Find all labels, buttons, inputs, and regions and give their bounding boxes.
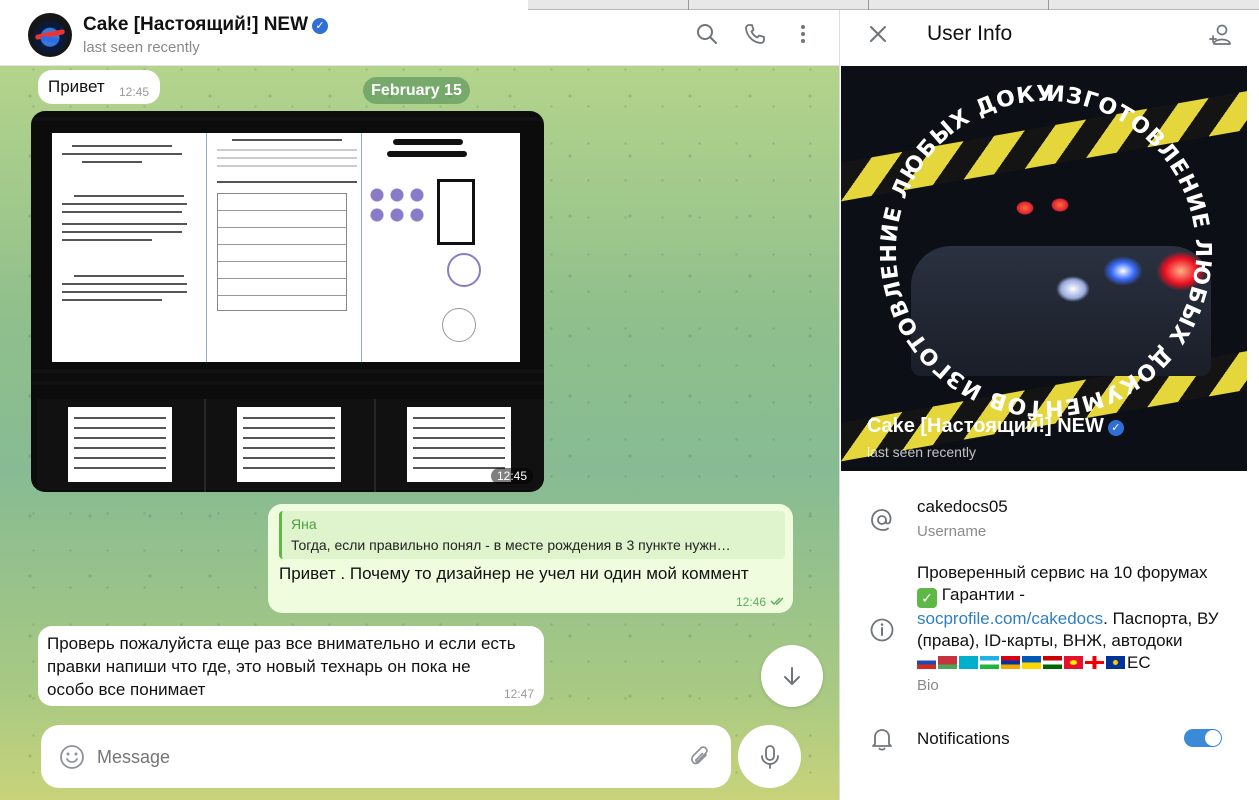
message-time: 12:46 — [736, 595, 767, 609]
message-composer[interactable] — [41, 725, 731, 788]
at-icon — [871, 509, 892, 531]
username-label: Username — [917, 523, 987, 540]
message-text: Привет — [48, 77, 105, 96]
bio-line: Проверенный сервис на 10 форумах — [917, 563, 1208, 582]
message-input[interactable] — [97, 743, 667, 771]
album-thumbnail[interactable] — [206, 399, 374, 490]
scroll-down-button[interactable] — [761, 645, 823, 707]
message-bubble-incoming[interactable]: Привет 12:45 — [38, 70, 160, 104]
username-value[interactable]: cakedocs05 — [917, 497, 1008, 517]
chat-title[interactable]: Cake [Настоящий!] NEW ✓ — [83, 14, 329, 36]
cover-name-text: Cake [Настоящий!] NEW — [867, 415, 1104, 437]
arrow-down-icon — [784, 667, 800, 685]
bio-line: Гарантии - — [941, 585, 1025, 604]
cover-circle-text: ИЗГОТОВЛЕНИЕ ЛЮБЫХ ДОКУМЕНТОВ ИЗГОТОВЛЕН… — [866, 71, 1215, 420]
verified-icon: ✓ — [1107, 420, 1124, 436]
svg-text:ИЗГОТОВЛЕНИЕ ЛЮБЫХ ДОКУМЕНТОВ: ИЗГОТОВЛЕНИЕ ЛЮБЫХ ДОКУМЕНТОВ ИЗГОТОВЛЕН… — [866, 71, 1215, 420]
bio-text: Проверенный сервис на 10 форумах ✓ Гаран… — [917, 562, 1237, 674]
verified-icon: ✓ — [312, 18, 329, 34]
photo-album[interactable]: 12:45 — [31, 111, 544, 492]
chat-title-text: Cake [Настоящий!] NEW — [83, 14, 309, 35]
album-time: 12:45 — [490, 468, 533, 484]
message-time: 12:47 — [504, 687, 535, 701]
bio-suffix: ЕС — [1127, 653, 1151, 672]
notifications-label: Notifications — [917, 729, 1010, 748]
more-vertical-icon[interactable] — [791, 22, 815, 46]
bio-link[interactable]: socprofile.com/cakedocs — [917, 609, 1103, 628]
message-time: 12:45 — [119, 85, 150, 99]
user-info-title: User Info — [927, 22, 1013, 45]
reply-quote[interactable]: Яна Тогда, если правильно понял - в мест… — [279, 511, 785, 559]
info-icon — [870, 618, 894, 642]
message-bubble-incoming[interactable]: Проверь пожалуйста еще раз все вниматель… — [38, 626, 544, 706]
flag-ge-icon — [1085, 656, 1104, 669]
telegram-app: Cake [Настоящий!] NEW ✓ last seen recentl… — [0, 0, 1259, 800]
chat-avatar[interactable] — [28, 13, 72, 57]
message-text: Проверь пожалуйста еще раз все вниматель… — [47, 634, 516, 699]
cover-name: Cake [Настоящий!] NEW ✓ — [867, 415, 1124, 438]
flag-tj-icon — [1043, 656, 1062, 669]
profile-cover-photo[interactable]: ИЗГОТОВЛЕНИЕ ЛЮБЫХ ДОКУМЕНТОВ ИЗГОТОВЛЕН… — [841, 66, 1247, 471]
message-bubble-outgoing[interactable]: Яна Тогда, если правильно понял - в мест… — [268, 504, 793, 613]
chat-status: last seen recently — [83, 39, 200, 56]
attach-icon[interactable] — [688, 745, 712, 769]
cover-status: last seen recently — [867, 444, 976, 460]
document-photo[interactable] — [52, 133, 520, 362]
reply-author: Яна — [291, 516, 317, 532]
close-icon[interactable] — [868, 24, 888, 44]
flag-by-icon — [938, 656, 957, 669]
flag-am-icon — [1001, 656, 1020, 669]
flag-kz-icon — [959, 656, 978, 669]
date-pill: February 15 — [363, 77, 470, 104]
flag-kg-icon — [1064, 656, 1083, 669]
flag-uz-icon — [980, 656, 999, 669]
reply-text: Тогда, если правильно понял - в месте ро… — [291, 537, 731, 553]
chat-panel: Cake [Настоящий!] NEW ✓ last seen recentl… — [0, 0, 840, 800]
flags-row: ЕС — [917, 653, 1151, 672]
message-text: Привет . Почему то дизайнер не учел ни о… — [279, 564, 749, 583]
user-info-panel: User Info ИЗГОТОВЛЕНИЕ ЛЮБЫХ ДОКУМЕНТОВ … — [841, 0, 1259, 800]
flag-eu-icon — [1106, 656, 1125, 669]
bell-icon — [872, 729, 892, 751]
flag-ua-icon — [1022, 656, 1041, 669]
double-check-icon — [770, 597, 784, 605]
add-contact-icon[interactable] — [1208, 22, 1234, 48]
bio-label: Bio — [917, 677, 939, 694]
phone-icon[interactable] — [743, 22, 767, 46]
search-icon[interactable] — [695, 22, 719, 46]
emoji-icon[interactable] — [59, 744, 85, 770]
flag-ru-icon — [917, 656, 936, 669]
voice-record-button[interactable] — [738, 725, 801, 788]
mic-icon — [761, 745, 779, 769]
album-thumbnail[interactable] — [37, 399, 204, 490]
background-window-strip — [528, 0, 1259, 10]
notifications-toggle[interactable] — [1184, 729, 1222, 747]
check-mark-icon: ✓ — [917, 588, 937, 608]
